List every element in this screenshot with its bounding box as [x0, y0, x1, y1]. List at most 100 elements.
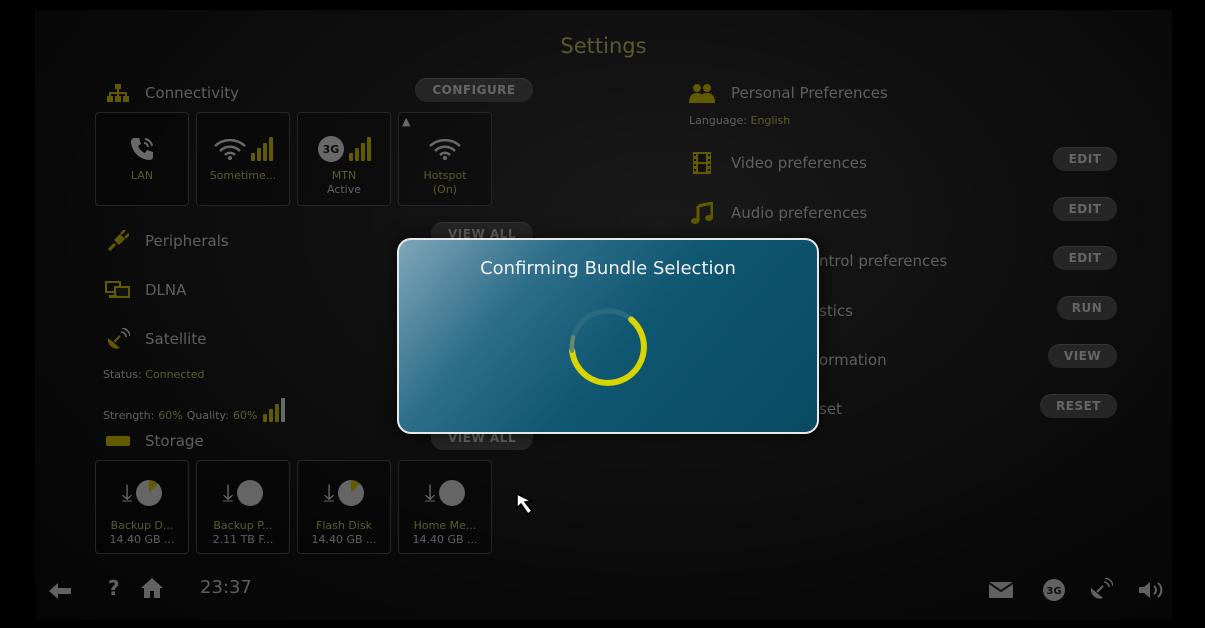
language-label: Language: [689, 114, 747, 127]
download-icon: ⤓ [121, 479, 133, 507]
confirming-modal: Confirming Bundle Selection [397, 238, 819, 434]
storage-header[interactable]: Storage [105, 431, 204, 451]
audio-edit-button[interactable]: EDIT [1053, 197, 1117, 221]
tile-label: Hotspot [423, 169, 467, 182]
satellite-title: Satellite [145, 330, 207, 348]
tile-sublabel: Active [326, 183, 362, 196]
connectivity-tile-lan[interactable]: LAN [95, 112, 189, 206]
tile-label: LAN [130, 169, 154, 182]
storage-title: Storage [145, 432, 204, 450]
language-setting: Language: English [689, 114, 790, 127]
strength-label: Strength: [103, 409, 155, 422]
pref-label: ntrol preferences [819, 252, 948, 270]
usage-pie-icon [136, 480, 163, 506]
network-icon [105, 83, 131, 103]
usage-pie-icon [338, 480, 365, 506]
pref-row-video: Video preferences [689, 152, 867, 174]
tile-sublabel: 14.40 GB ... [412, 533, 478, 546]
quality-value: 60% [232, 409, 258, 422]
peripherals-header[interactable]: Peripherals [105, 230, 229, 252]
home-icon[interactable] [141, 578, 163, 603]
satellite-dish-icon [105, 328, 131, 349]
pref-label: ormation [819, 351, 887, 369]
satellite-status: Status: Connected [103, 368, 205, 381]
warning-icon: ▲ [402, 115, 411, 128]
preferences-header: Personal Preferences [689, 83, 888, 103]
music-note-icon [689, 202, 715, 224]
tile-label: Backup D... [110, 519, 174, 532]
3g-status-icon: 3G [1042, 578, 1066, 606]
users-icon [689, 83, 715, 103]
film-icon [689, 152, 715, 174]
pref-label: Video preferences [731, 154, 867, 172]
mail-icon[interactable] [988, 582, 1014, 602]
pref-label: stics [819, 302, 853, 320]
dlna-devices-icon [105, 280, 131, 300]
download-icon: ⤓ [323, 479, 335, 507]
quality-label: Quality: [186, 409, 229, 422]
information-view-button[interactable]: VIEW [1048, 344, 1117, 368]
signal-bars [349, 137, 371, 161]
tile-label: Home Me... [413, 519, 477, 532]
tile-sublabel: 14.40 GB ... [311, 533, 377, 546]
download-icon: ⤓ [222, 479, 234, 507]
pref-row-control: ntrol preferences [819, 252, 947, 270]
3g-icon: 3G [298, 131, 390, 167]
storage-tile[interactable]: ⤓ Backup D... 14.40 GB ... [95, 460, 189, 554]
tile-label: Sometime... [209, 169, 277, 182]
tv-frame: Settings Connectivity CONFIGURE LAN Some… [0, 0, 1205, 628]
pref-label: Audio preferences [731, 204, 868, 222]
satellite-status-icon [1089, 577, 1114, 604]
connectivity-tile-mtn[interactable]: 3G MTN Active [297, 112, 391, 206]
pref-row-diagnostics: stics [819, 302, 853, 320]
video-edit-button[interactable]: EDIT [1053, 147, 1117, 171]
pref-row-audio: Audio preferences [689, 202, 867, 224]
reset-button[interactable]: RESET [1040, 394, 1117, 418]
satellite-header[interactable]: Satellite [105, 328, 207, 349]
configure-button[interactable]: CONFIGURE [415, 78, 533, 102]
pref-row-information: ormation [819, 351, 887, 369]
pref-row-reset: set [819, 400, 842, 418]
wifi-icon [399, 131, 491, 167]
phone-icon [96, 131, 188, 167]
storage-tile[interactable]: ⤓ Backup P... 2.11 TB F... [196, 460, 290, 554]
satellite-signal: Strength: 60% Quality: 60% [103, 398, 286, 422]
dlna-header[interactable]: DLNA [105, 280, 186, 300]
drive-icon [105, 431, 131, 451]
settings-screen: Settings Connectivity CONFIGURE LAN Some… [35, 10, 1172, 620]
pointer-cursor-icon [515, 492, 539, 522]
clock-time: 23:37 [200, 577, 252, 598]
language-value: English [750, 114, 791, 127]
status-label: Status: [103, 368, 142, 381]
connectivity-tile-hotspot[interactable]: ▲ Hotspot (On) [398, 112, 492, 206]
volume-icon[interactable] [1139, 580, 1167, 604]
control-edit-button[interactable]: EDIT [1053, 246, 1117, 270]
peripherals-title: Peripherals [145, 232, 229, 250]
usage-pie-icon [439, 480, 466, 506]
tile-sublabel: 14.40 GB ... [109, 533, 175, 546]
signal-bars [251, 137, 273, 161]
wifi-lock-icon [197, 131, 289, 167]
storage-tile[interactable]: ⤓ Home Me... 14.40 GB ... [398, 460, 492, 554]
tile-label: MTN [331, 169, 357, 182]
usage-pie-icon [237, 480, 264, 506]
tile-sublabel: (On) [432, 183, 458, 196]
tile-label: Flash Disk [316, 519, 372, 532]
loading-spinner-icon [563, 302, 653, 396]
diagnostics-run-button[interactable]: RUN [1057, 296, 1117, 320]
back-arrow-icon[interactable] [49, 580, 71, 604]
signal-bars [263, 398, 286, 422]
storage-tile[interactable]: ⤓ Flash Disk 14.40 GB ... [297, 460, 391, 554]
plug-icon [105, 230, 131, 252]
pref-label: set [819, 400, 842, 418]
preferences-title: Personal Preferences [731, 84, 888, 102]
svg-text:3G: 3G [323, 143, 340, 156]
tile-sublabel: 2.11 TB F... [212, 533, 274, 546]
help-icon[interactable]: ? [108, 576, 120, 600]
connectivity-title: Connectivity [145, 84, 239, 102]
page-title: Settings [560, 34, 647, 58]
connectivity-tile-wifi[interactable]: Sometime... [196, 112, 290, 206]
modal-title: Confirming Bundle Selection [480, 258, 736, 279]
status-value: Connected [145, 368, 205, 381]
dlna-title: DLNA [145, 281, 187, 299]
